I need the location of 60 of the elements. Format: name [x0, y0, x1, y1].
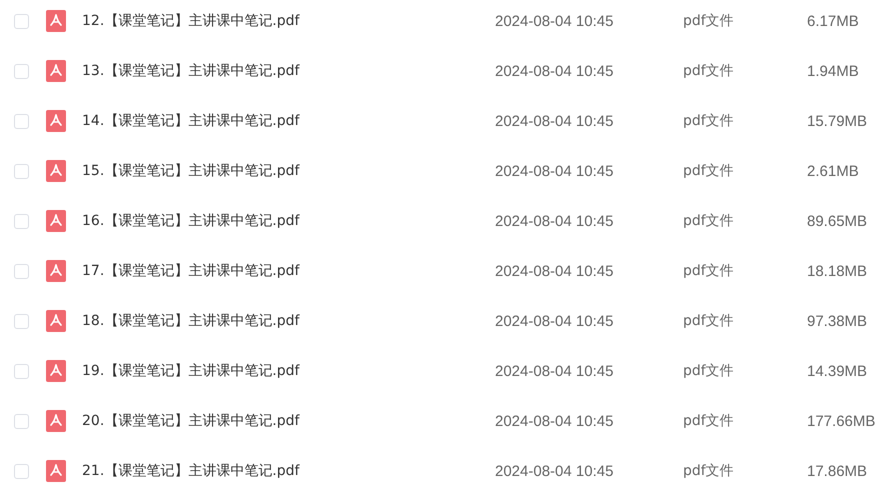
- file-name[interactable]: 21.【课堂笔记】主讲课中笔记.pdf: [82, 462, 495, 480]
- file-size: 177.66MB: [807, 412, 876, 430]
- file-name[interactable]: 19.【课堂笔记】主讲课中笔记.pdf: [82, 362, 495, 380]
- checkbox[interactable]: [14, 214, 29, 228]
- file-type: pdf文件: [683, 362, 735, 380]
- modified-date: 2024-08-04 10:45: [495, 362, 614, 380]
- pdf-file-icon: [46, 460, 66, 482]
- pdf-file-icon: [46, 210, 66, 232]
- file-name[interactable]: 20.【课堂笔记】主讲课中笔记.pdf: [82, 412, 495, 430]
- modified-date: 2024-08-04 10:45: [495, 62, 614, 80]
- file-type: pdf文件: [683, 212, 735, 230]
- file-type: pdf文件: [683, 62, 735, 80]
- checkbox[interactable]: [14, 464, 29, 478]
- checkbox[interactable]: [14, 14, 29, 28]
- file-name[interactable]: 12.【课堂笔记】主讲课中笔记.pdf: [82, 12, 495, 30]
- file-size: 2.61MB: [807, 162, 859, 180]
- pdf-file-icon: [46, 260, 66, 282]
- pdf-file-icon: [46, 310, 66, 332]
- file-name[interactable]: 17.【课堂笔记】主讲课中笔记.pdf: [82, 262, 495, 280]
- file-size: 17.86MB: [807, 462, 868, 480]
- pdf-file-icon: [46, 410, 66, 432]
- modified-date: 2024-08-04 10:45: [495, 412, 614, 430]
- file-size: 15.79MB: [807, 112, 868, 130]
- pdf-file-icon: [46, 360, 66, 382]
- checkbox[interactable]: [14, 114, 29, 128]
- file-size: 1.94MB: [807, 62, 859, 80]
- modified-date: 2024-08-04 10:45: [495, 12, 614, 30]
- file-type: pdf文件: [683, 462, 735, 480]
- file-type: pdf文件: [683, 12, 735, 30]
- checkbox[interactable]: [14, 414, 29, 428]
- file-name[interactable]: 14.【课堂笔记】主讲课中笔记.pdf: [82, 112, 495, 130]
- file-size: 14.39MB: [807, 362, 868, 380]
- file-name[interactable]: 18.【课堂笔记】主讲课中笔记.pdf: [82, 312, 495, 330]
- file-type: pdf文件: [683, 312, 735, 330]
- file-type: pdf文件: [683, 262, 735, 280]
- pdf-file-icon: [46, 110, 66, 132]
- checkbox[interactable]: [14, 64, 29, 78]
- file-size: 6.17MB: [807, 12, 859, 30]
- file-name[interactable]: 13.【课堂笔记】主讲课中笔记.pdf: [82, 62, 495, 80]
- modified-date: 2024-08-04 10:45: [495, 112, 614, 130]
- checkbox[interactable]: [14, 164, 29, 178]
- file-size: 97.38MB: [807, 312, 868, 330]
- modified-date: 2024-08-04 10:45: [495, 462, 614, 480]
- file-name[interactable]: 16.【课堂笔记】主讲课中笔记.pdf: [82, 212, 495, 230]
- modified-date: 2024-08-04 10:45: [495, 312, 614, 330]
- pdf-file-icon: [46, 10, 66, 32]
- file-type: pdf文件: [683, 412, 735, 430]
- checkbox[interactable]: [14, 314, 29, 328]
- modified-date: 2024-08-04 10:45: [495, 162, 614, 180]
- file-type: pdf文件: [683, 112, 735, 130]
- file-size: 89.65MB: [807, 212, 868, 230]
- file-name[interactable]: 15.【课堂笔记】主讲课中笔记.pdf: [82, 162, 495, 180]
- file-size: 18.18MB: [807, 262, 868, 280]
- pdf-file-icon: [46, 60, 66, 82]
- checkbox[interactable]: [14, 264, 29, 278]
- file-type: pdf文件: [683, 162, 735, 180]
- pdf-file-icon: [46, 160, 66, 182]
- modified-date: 2024-08-04 10:45: [495, 262, 614, 280]
- checkbox[interactable]: [14, 364, 29, 378]
- modified-date: 2024-08-04 10:45: [495, 212, 614, 230]
